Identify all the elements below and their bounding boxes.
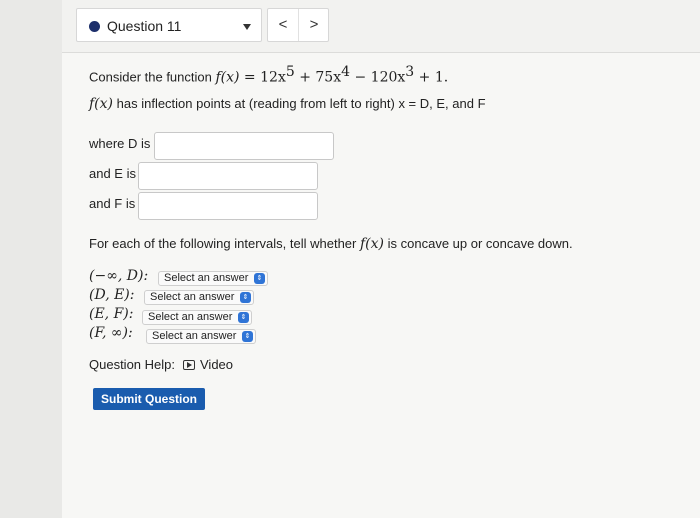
term-4: + 1. — [414, 69, 449, 86]
concavity-select-3[interactable]: Select an answer ⇕ — [142, 310, 252, 325]
question-header: Question 11 < > — [62, 0, 700, 53]
select-box-3: Select an answer — [142, 310, 252, 325]
interval-label-4: (F, ∞): — [89, 325, 133, 341]
exponent-3: 3 — [405, 64, 415, 80]
concavity-select-2[interactable]: Select an answer ⇕ — [144, 290, 254, 305]
select-box-2: Select an answer — [144, 290, 254, 305]
exponent-2: 4 — [341, 64, 351, 80]
question-page: Question 11 < > Consider the function f(… — [62, 0, 700, 518]
concavity-suffix: is concave up or concave down. — [387, 236, 573, 251]
answer-input-f[interactable] — [138, 192, 318, 220]
video-icon[interactable] — [183, 360, 195, 370]
term-3: − 120x — [350, 69, 406, 86]
interval-label-2: (D, E): — [89, 287, 135, 303]
interval-label-1: (−∞, D): — [89, 268, 149, 284]
answer-label-e: and E is — [89, 166, 136, 181]
exponent-1: 5 — [285, 64, 295, 80]
caret-down-icon — [243, 24, 251, 30]
answer-input-e[interactable] — [138, 162, 318, 190]
question-body: Consider the function f(x) = 12x5 + 75x4… — [62, 52, 700, 518]
submit-question-button[interactable]: Submit Question — [93, 388, 205, 410]
concavity-select-4[interactable]: Select an answer ⇕ — [146, 329, 256, 344]
answer-label-f: and F is — [89, 196, 136, 211]
question-selector[interactable]: Question 11 — [76, 8, 262, 42]
status-dot-icon — [89, 21, 100, 32]
select-arrow-icon: ⇕ — [254, 273, 265, 284]
inflection-text: has inflection points at (reading from l… — [116, 96, 486, 111]
term-2: + 75x — [294, 69, 342, 86]
concavity-select-1[interactable]: Select an answer ⇕ — [158, 271, 268, 286]
question-help-label: Question Help: — [89, 357, 175, 372]
inflection-fx: f(x) — [89, 96, 114, 112]
select-box-1: Select an answer — [158, 271, 268, 286]
select-arrow-icon: ⇕ — [240, 292, 251, 303]
inflection-statement: f(x) has inflection points at (reading f… — [89, 96, 486, 112]
intro-text: Consider the function — [89, 69, 212, 85]
concavity-fx: f(x) — [359, 236, 384, 252]
next-question-button[interactable]: > — [299, 9, 329, 41]
interval-label-3: (E, F): — [89, 306, 134, 322]
question-label: Question 11 — [107, 18, 182, 34]
prev-question-button[interactable]: < — [268, 9, 299, 41]
answer-input-d[interactable] — [154, 132, 334, 160]
concavity-prompt: For each of the following intervals, tel… — [89, 236, 573, 252]
answer-label-d: where D is — [89, 136, 151, 151]
select-arrow-icon: ⇕ — [238, 312, 249, 323]
video-link[interactable]: Video — [200, 357, 233, 372]
concavity-prefix: For each of the following intervals, tel… — [89, 236, 357, 251]
function-lhs: f(x) = — [215, 69, 261, 86]
select-arrow-icon: ⇕ — [242, 331, 253, 342]
function-statement: Consider the function f(x) = 12x5 + 75x4… — [89, 64, 448, 85]
select-box-4: Select an answer — [146, 329, 256, 344]
question-nav: < > — [267, 8, 329, 42]
term-1: 12x — [260, 69, 286, 86]
